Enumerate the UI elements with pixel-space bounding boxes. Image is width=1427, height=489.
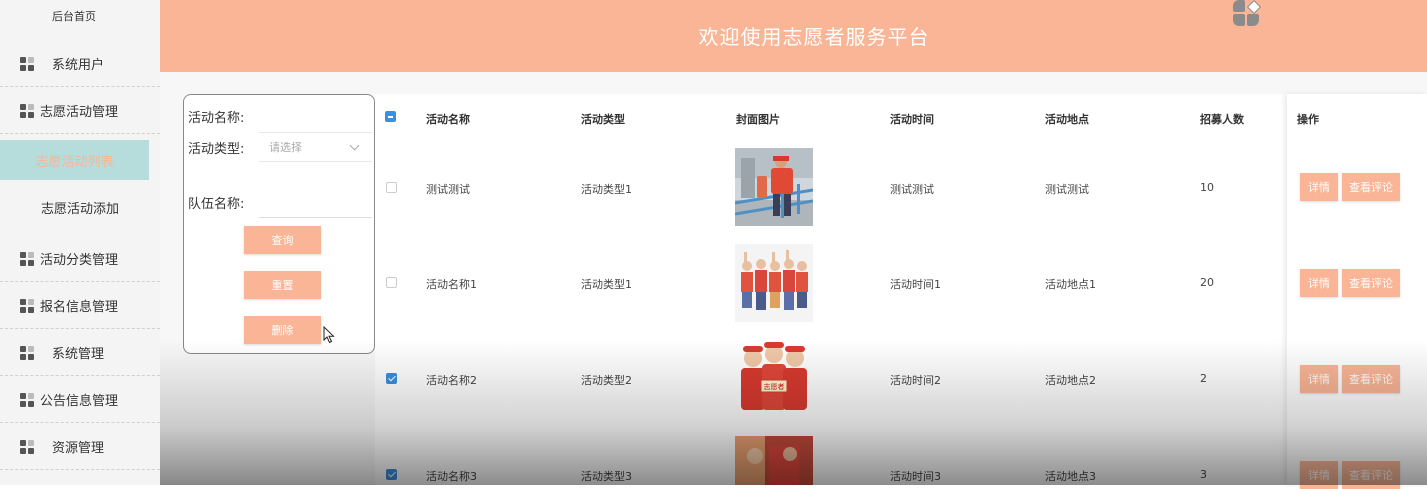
cell-location: 活动地点2 [1045, 374, 1096, 387]
cover-image: 志愿者 [735, 340, 813, 418]
sidebar-sub-activity-add[interactable]: 志愿活动添加 [0, 187, 160, 227]
cell-name: 活动名称1 [426, 278, 477, 291]
cell-time: 活动时间3 [890, 470, 941, 483]
cover-image [735, 436, 813, 485]
grid-menu-icon [20, 392, 34, 407]
sidebar: 后台首页 系统用户 志愿活动管理 志愿活动列表 志愿活动添加 活动分类管理 报名… [0, 0, 161, 485]
chevron-down-icon [349, 140, 360, 150]
cell-type: 活动类型1 [581, 183, 632, 196]
view-comments-button[interactable]: 查看评论 [1342, 173, 1400, 201]
cell-count: 20 [1200, 276, 1214, 289]
cell-count: 2 [1200, 372, 1207, 385]
sidebar-item-label: 志愿活动管理 [40, 105, 119, 120]
sidebar-item-volunteer-activity[interactable]: 志愿活动管理 [0, 88, 160, 134]
mouse-cursor-icon [323, 326, 335, 344]
cell-location: 活动地点1 [1045, 278, 1096, 291]
cell-count: 10 [1200, 181, 1214, 194]
cell-type: 活动类型2 [581, 374, 632, 387]
column-header-count: 招募人数 [1200, 113, 1244, 126]
query-button[interactable]: 查询 [244, 226, 321, 254]
detail-button[interactable]: 详情 [1300, 365, 1338, 393]
cell-time: 活动时间1 [890, 278, 941, 291]
grid-menu-icon [20, 251, 34, 266]
grid-menu-icon [20, 439, 34, 454]
cell-time: 测试测试 [890, 183, 934, 196]
detail-button[interactable]: 详情 [1300, 173, 1338, 201]
top-header: 欢迎使用志愿者服务平台 [160, 0, 1427, 72]
user-avatar-icon[interactable] [1233, 0, 1262, 28]
sidebar-item-label: 报名信息管理 [40, 300, 119, 315]
row-checkbox[interactable] [386, 373, 397, 384]
cell-name: 活动名称3 [426, 470, 477, 483]
cover-image [735, 148, 813, 226]
sidebar-sub-activity-list[interactable]: 志愿活动列表 [0, 140, 149, 180]
detail-button[interactable]: 详情 [1300, 269, 1338, 297]
sidebar-item-label: 系统管理 [52, 347, 105, 362]
view-comments-button[interactable]: 查看评论 [1342, 365, 1400, 393]
column-header-time: 活动时间 [890, 113, 934, 126]
column-header-type: 活动类型 [581, 113, 625, 126]
sidebar-item-label: 公告信息管理 [40, 394, 119, 409]
grid-menu-icon [20, 56, 34, 71]
cell-type: 活动类型3 [581, 470, 632, 483]
cell-name: 活动名称2 [426, 374, 477, 387]
row-checkbox[interactable] [386, 469, 397, 480]
activity-name-label: 活动名称: [188, 111, 245, 126]
row-checkbox[interactable] [386, 182, 397, 193]
sidebar-item-registration[interactable]: 报名信息管理 [0, 283, 160, 329]
cell-location: 测试测试 [1045, 183, 1089, 196]
activity-type-placeholder: 请选择 [269, 141, 302, 154]
grid-menu-icon [20, 298, 34, 313]
cover-image [735, 244, 813, 322]
cell-name: 测试测试 [426, 183, 470, 196]
column-header-cover: 封面图片 [736, 113, 780, 126]
activity-name-input[interactable] [259, 99, 372, 129]
search-panel: 活动名称: 活动类型: 请选择 队伍名称: 查询 重置 删除 [183, 94, 375, 354]
grid-menu-icon [20, 345, 34, 360]
activity-type-label: 活动类型: [188, 142, 245, 157]
grid-menu-icon [20, 103, 34, 118]
sidebar-item-label: 资源管理 [52, 441, 105, 456]
sidebar-item-system-users[interactable]: 系统用户 [0, 41, 160, 87]
cell-count: 3 [1200, 468, 1207, 481]
delete-button[interactable]: 删除 [244, 316, 321, 344]
view-comments-button[interactable]: 查看评论 [1342, 269, 1400, 297]
column-header-actions: 操作 [1297, 113, 1319, 126]
team-name-input[interactable] [259, 187, 372, 218]
cell-time: 活动时间2 [890, 374, 941, 387]
sidebar-item-announcements[interactable]: 公告信息管理 [0, 377, 160, 423]
sidebar-home-link[interactable]: 后台首页 [0, 8, 148, 24]
image-badge-text: 志愿者 [764, 382, 785, 391]
reset-button[interactable]: 重置 [244, 271, 321, 299]
sidebar-item-label: 活动分类管理 [40, 253, 119, 268]
select-all-checkbox[interactable] [385, 111, 396, 122]
sidebar-item-resources[interactable]: 资源管理 [0, 424, 160, 470]
column-header-location: 活动地点 [1045, 113, 1089, 126]
sidebar-item-system-management[interactable]: 系统管理 [0, 330, 160, 376]
data-table: 活动名称 活动类型 封面图片 活动时间 活动地点 招募人数 测试测试 活动类型1 [375, 94, 1287, 485]
sidebar-item-category[interactable]: 活动分类管理 [0, 236, 160, 282]
activity-type-select[interactable]: 请选择 [259, 132, 372, 162]
team-name-label: 队伍名称: [188, 197, 245, 212]
cell-location: 活动地点3 [1045, 470, 1096, 483]
column-header-name: 活动名称 [426, 113, 470, 126]
sidebar-item-label: 系统用户 [52, 58, 105, 73]
cell-type: 活动类型1 [581, 278, 632, 291]
operations-column: 操作 详情 查看评论 详情 查看评论 详情 查看评论 详情 查看评论 [1287, 94, 1427, 489]
row-checkbox[interactable] [386, 277, 397, 288]
